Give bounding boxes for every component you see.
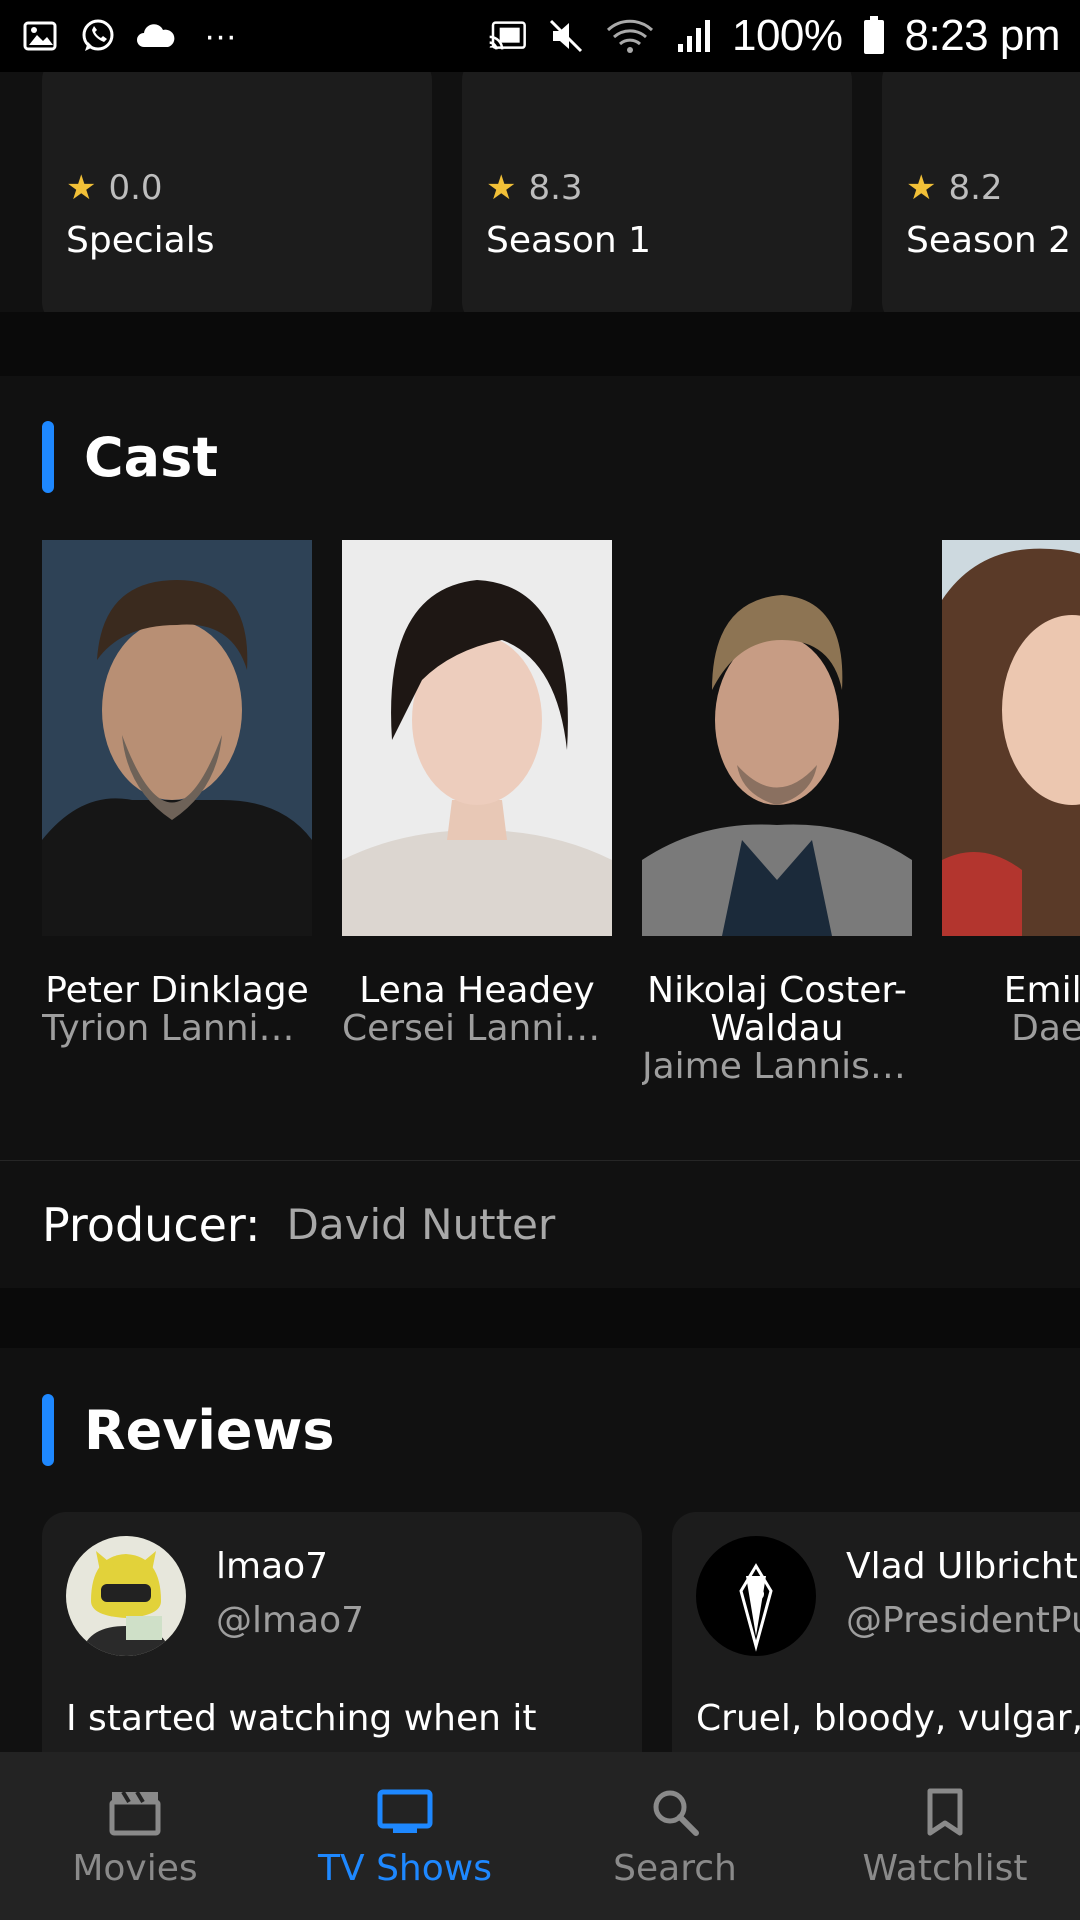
cast-name: Emilia C [1003, 970, 1080, 1011]
cast-role: Tyrion Lannist... [42, 1010, 312, 1048]
cast-card[interactable]: Emilia C Daener [942, 540, 1080, 1048]
season-title: Specials [66, 220, 215, 261]
review-card[interactable]: Vlad Ulbricht @PresidentPu Cruel, bloody… [672, 1512, 1080, 1752]
accent-bar [42, 1394, 54, 1466]
season-card-specials[interactable]: ★ 0.0 Specials [42, 72, 432, 312]
season-card-1[interactable]: ★ 8.3 Season 1 [462, 72, 852, 312]
cast-photo [42, 540, 312, 936]
battery-percent: 100% [731, 11, 843, 60]
status-bar: ··· 100% 8:23 pm [0, 0, 1080, 72]
nav-label: Watchlist [862, 1847, 1028, 1889]
season-title: Season 1 [486, 220, 652, 261]
cast-name: Lena Headey [359, 970, 595, 1011]
review-author-handle: @lmao7 [216, 1600, 365, 1641]
cast-title: Cast [84, 425, 219, 489]
signal-icon [674, 16, 714, 56]
season-rating: ★ 8.3 [486, 168, 583, 208]
cast-name: Nikolaj Coster-Waldau [647, 970, 907, 1049]
cast-header: Cast [42, 421, 218, 493]
nav-tv-shows[interactable]: TV Shows [270, 1752, 540, 1920]
season-rating-value: 8.2 [948, 168, 1003, 208]
nav-movies[interactable]: Movies [0, 1752, 270, 1920]
nav-label: Movies [72, 1847, 198, 1889]
nav-label: TV Shows [318, 1847, 492, 1889]
status-bar-left: ··· [20, 16, 237, 56]
cast-photo [642, 540, 912, 936]
seasons-row[interactable]: ★ 0.0 Specials ★ 8.3 Season 1 ★ 8.2 Seas… [0, 72, 1080, 312]
review-text: I started watching when it [66, 1698, 537, 1739]
screen: ··· 100% 8:23 pm ★ 0.0 Specials ★ 8.3 Se… [0, 0, 1080, 1920]
overflow-dots: ··· [204, 16, 237, 55]
producer-label: Producer: [42, 1197, 261, 1252]
cast-role: Cersei Lannis... [342, 1010, 612, 1048]
bookmark-icon [917, 1784, 973, 1840]
status-bar-right: 100% 8:23 pm [488, 11, 1061, 61]
tv-icon [377, 1784, 433, 1840]
section-divider [0, 312, 1080, 376]
whatsapp-icon [78, 16, 118, 56]
accent-bar [42, 421, 54, 493]
review-author-name: lmao7 [216, 1546, 329, 1587]
battery-icon [861, 16, 887, 56]
bottom-navigation: Movies TV Shows Search Watchlist [0, 1752, 1080, 1920]
season-card-2[interactable]: ★ 8.2 Season 2 [882, 72, 1080, 312]
clock: 8:23 pm [904, 11, 1061, 60]
clapperboard-icon [107, 1784, 163, 1840]
search-icon [647, 1784, 703, 1840]
nav-label: Search [613, 1847, 737, 1889]
star-icon: ★ [486, 168, 517, 208]
star-icon: ★ [66, 168, 97, 208]
cast-role: Daener [1011, 1010, 1080, 1048]
wifi-icon [604, 16, 656, 56]
cast-card[interactable]: Lena Headey Cersei Lannis... [342, 540, 612, 1048]
review-text: Cruel, bloody, vulgar, [696, 1698, 1080, 1739]
cast-card[interactable]: Peter Dinklage Tyrion Lannist... [42, 540, 312, 1048]
season-rating-value: 8.3 [528, 168, 583, 208]
star-icon: ★ [906, 168, 937, 208]
avatar [696, 1536, 816, 1656]
nav-watchlist[interactable]: Watchlist [810, 1752, 1080, 1920]
cast-row[interactable]: Peter Dinklage Tyrion Lannist... Lena He… [0, 540, 1080, 1100]
cast-photo [342, 540, 612, 936]
review-author-handle: @PresidentPu [846, 1600, 1080, 1641]
season-title: Season 2 [906, 220, 1072, 261]
reviews-title: Reviews [84, 1398, 335, 1462]
cast-card[interactable]: Nikolaj Coster-Waldau Jaime Lannist... [642, 540, 912, 1086]
review-author-name: Vlad Ulbricht [846, 1546, 1078, 1587]
season-rating: ★ 8.2 [906, 168, 1003, 208]
nav-search[interactable]: Search [540, 1752, 810, 1920]
section-divider [0, 1288, 1080, 1348]
season-rating-value: 0.0 [108, 168, 163, 208]
avatar [66, 1536, 186, 1656]
mute-icon [546, 16, 586, 56]
cast-icon [488, 16, 528, 56]
producer-row: Producer: David Nutter [0, 1160, 1080, 1288]
gallery-icon [20, 16, 60, 56]
cloud-icon [136, 16, 176, 56]
season-rating: ★ 0.0 [66, 168, 163, 208]
reviews-row[interactable]: lmao7 @lmao7 I started watching when it … [0, 1512, 1080, 1752]
cast-role: Jaime Lannist... [642, 1048, 912, 1086]
producer-value[interactable]: David Nutter [287, 1200, 556, 1249]
review-card[interactable]: lmao7 @lmao7 I started watching when it [42, 1512, 642, 1752]
reviews-header: Reviews [42, 1394, 335, 1466]
cast-name: Peter Dinklage [45, 970, 309, 1011]
cast-photo [942, 540, 1080, 936]
